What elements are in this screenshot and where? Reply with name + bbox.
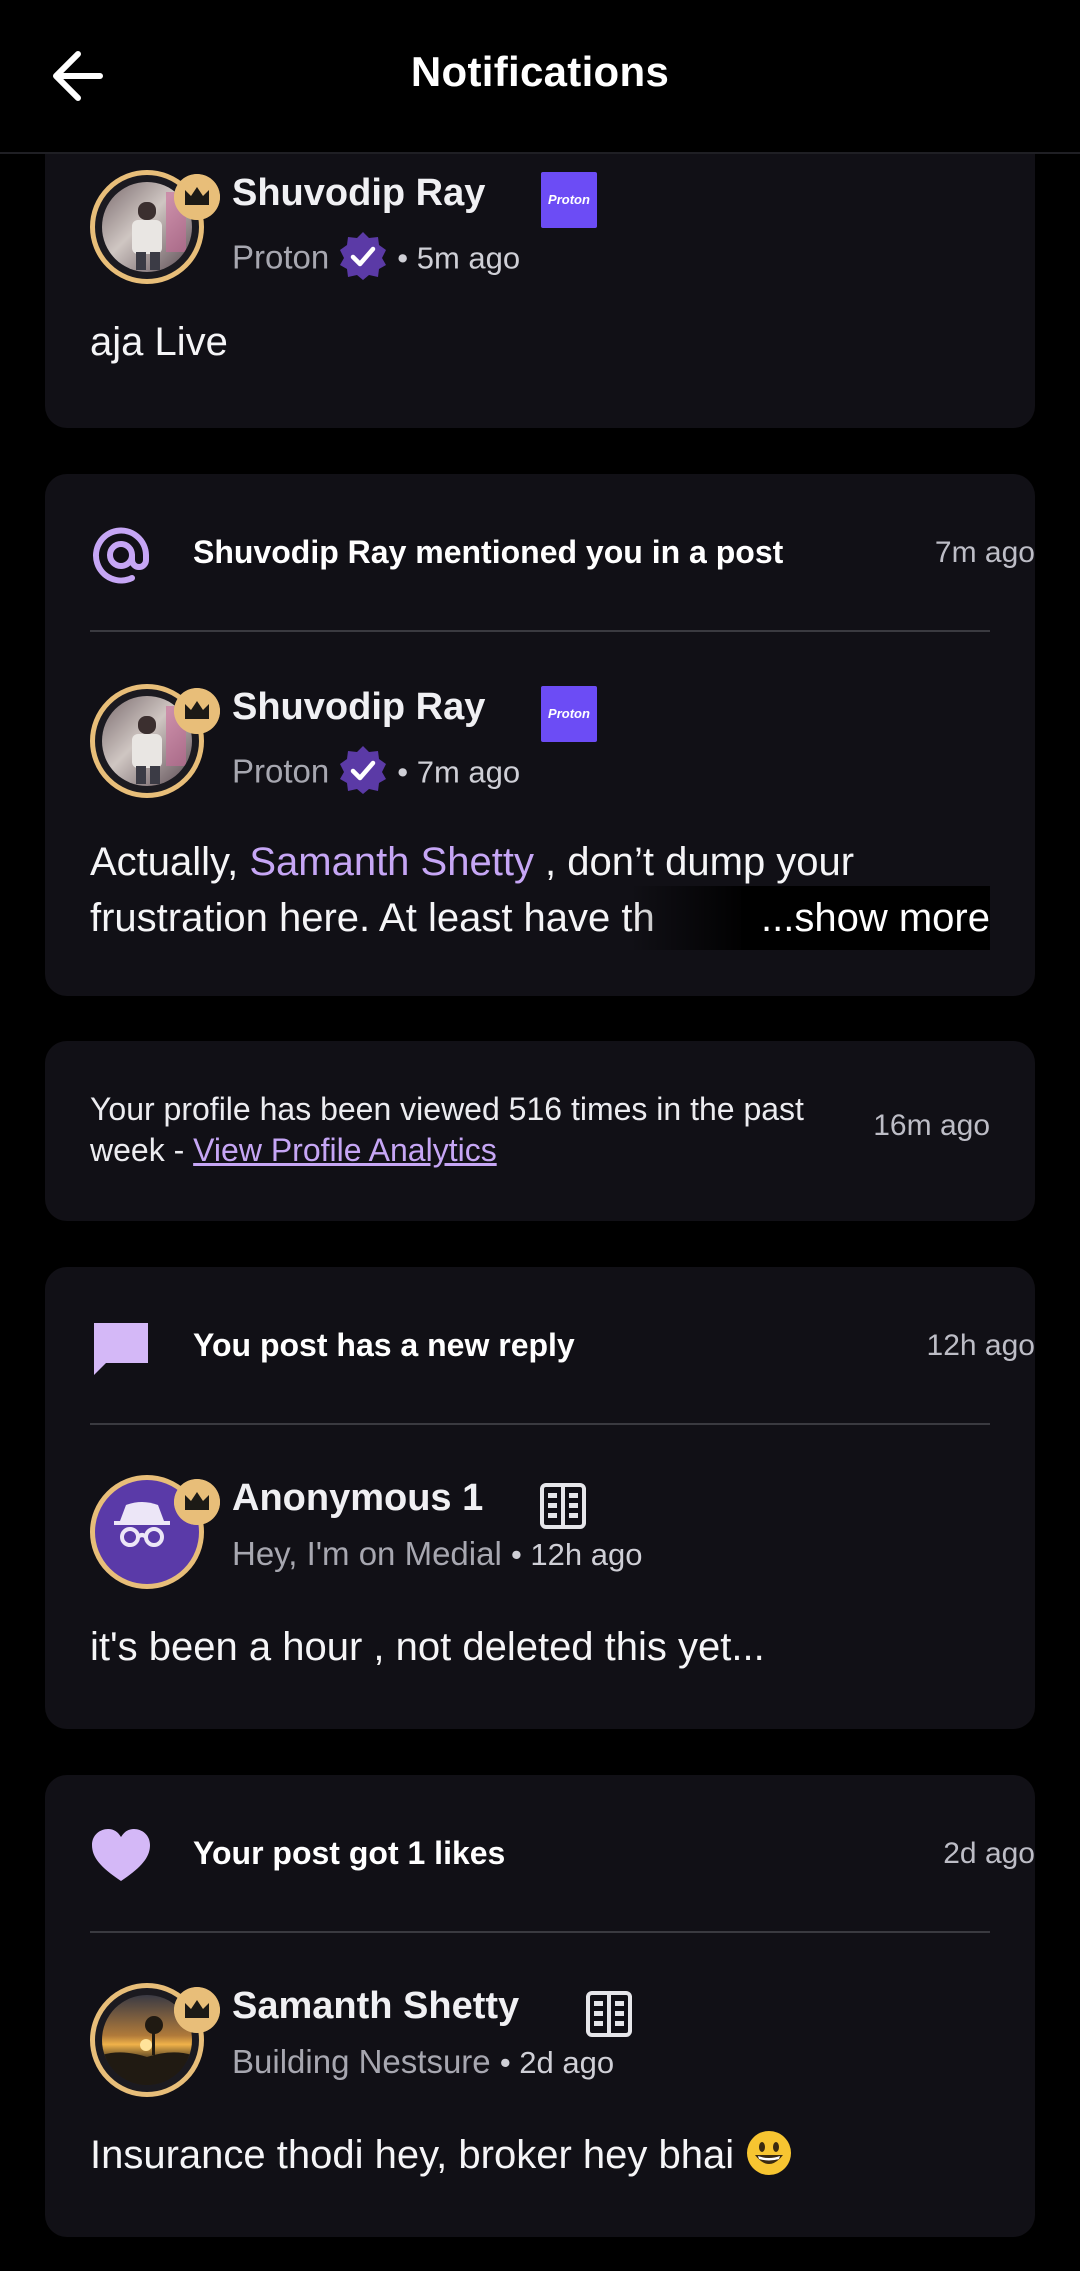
at-icon [93,527,149,584]
divider [90,1931,990,1933]
profile-views-text: Your profile has been viewed 516 times i… [90,1091,804,1168]
notification-card[interactable]: Your post got 1 likes 2d ago Samanth She… [45,1775,1035,2237]
notification-time: 7m ago [934,536,1035,569]
show-more-button[interactable]: ...show more [741,886,990,950]
text-fade [630,886,750,950]
notification-header: Your post got 1 likes 2d ago [90,1775,1035,1935]
notification-card[interactable]: Shuvodip Ray mentioned you in a post 7m … [45,474,1035,996]
company-badge[interactable]: Proton [541,172,597,228]
grinning-face-emoji-icon [747,2131,792,2176]
top-app-bar: Notifications [0,0,1080,154]
heart-icon [92,1829,150,1881]
post-body-line[interactable]: Actually, Samanth Shetty , don’t dump yo… [90,840,854,885]
author-name[interactable]: Shuvodip Ray [232,686,485,729]
crown-icon [174,1987,220,2033]
notification-card[interactable]: Shuvodip Ray Proton Proton • 5m ago aja L… [45,120,1035,428]
post-author[interactable]: Anonymous 1 Hey, I'm on Medial • 12h ago [90,1475,990,1595]
chat-bubble-icon [94,1323,148,1375]
author-name[interactable]: Shuvodip Ray [232,172,485,215]
author-name[interactable]: Samanth Shetty [232,1985,519,2028]
notification-time: 16m ago [873,1109,990,1142]
post-author[interactable]: Shuvodip Ray Proton Proton • 7m ago [90,684,990,804]
page-title: Notifications [410,48,670,95]
crown-icon [174,1479,220,1525]
post-body[interactable]: aja Live [90,320,228,365]
author-name[interactable]: Anonymous 1 [232,1477,483,1520]
post-body[interactable]: it's been a hour , not deleted this yet.… [90,1625,765,1670]
author-subtitle: Proton • 5m ago [232,232,520,286]
company-badge[interactable]: Proton [541,686,597,742]
notification-header: Shuvodip Ray mentioned you in a post 7m … [90,474,1035,634]
notification-text: Your post got 1 likes [193,1835,506,1871]
notification-time: 2d ago [943,1837,1035,1870]
author-subtitle: Building Nestsure • 2d ago [232,2043,615,2080]
divider [90,1423,990,1425]
notification-card[interactable]: You post has a new reply 12h ago Anonymo… [45,1267,1035,1729]
user-mention[interactable]: Samanth Shetty [249,840,534,884]
notification-card[interactable]: Your profile has been viewed 516 times i… [45,1041,1035,1221]
notification-text: You post has a new reply [193,1327,575,1363]
crown-icon [174,174,220,220]
notification-text: Shuvodip Ray mentioned you in a post [193,534,784,570]
post-author[interactable]: Samanth Shetty Building Nestsure • 2d ag… [90,1983,990,2103]
notification-time: 12h ago [926,1329,1035,1362]
post-author[interactable]: Shuvodip Ray Proton Proton • 5m ago [90,170,990,290]
post-body[interactable]: Insurance thodi hey, broker hey bhai [90,2131,793,2181]
author-subtitle: Proton • 7m ago [232,746,520,800]
view-profile-analytics-link[interactable]: View Profile Analytics [193,1132,497,1168]
crown-icon [174,688,220,734]
building-icon [540,1483,586,1529]
author-subtitle: Hey, I'm on Medial • 12h ago [232,1535,643,1572]
verified-badge-icon [340,232,387,280]
verified-badge-icon [340,746,387,794]
notification-header: You post has a new reply 12h ago [90,1267,1035,1427]
divider [90,630,990,632]
post-body-line[interactable]: frustration here. At least have th [90,896,655,941]
building-icon [586,1991,632,2037]
